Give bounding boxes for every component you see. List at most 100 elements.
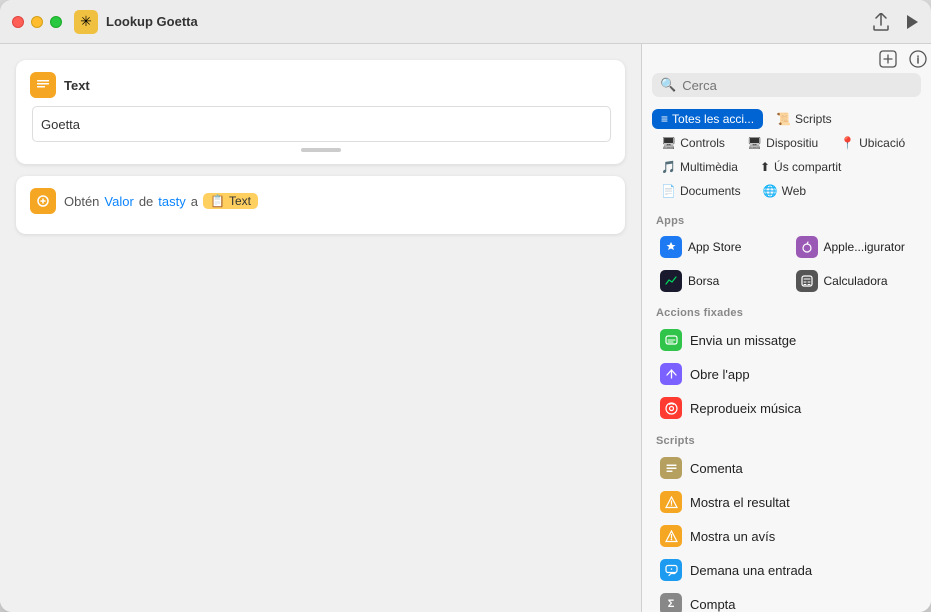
add-icon bbox=[879, 50, 897, 68]
play-music-icon-svg bbox=[665, 402, 678, 415]
text-card-body bbox=[30, 106, 611, 142]
borsa-label: Borsa bbox=[688, 274, 719, 288]
action-count[interactable]: Σ Compta bbox=[652, 587, 921, 612]
comment-icon-svg bbox=[665, 462, 678, 475]
action-play-music[interactable]: Reprodueix música bbox=[652, 391, 921, 425]
app-item-calculadora[interactable]: Calculadora bbox=[788, 265, 922, 297]
share-button[interactable] bbox=[873, 13, 889, 31]
left-panel: Text Obtén bbox=[0, 44, 641, 612]
action-show-alert[interactable]: Mostra un avís bbox=[652, 519, 921, 553]
right-panel: 🔍 ≡ Totes les acci... 📜 Scripts 🖥 Contro… bbox=[641, 44, 931, 612]
window-title: Lookup Goetta bbox=[106, 14, 873, 29]
titlebar-actions bbox=[873, 13, 919, 31]
info-button[interactable] bbox=[909, 50, 927, 73]
apple-configurator-icon bbox=[796, 236, 818, 258]
close-button[interactable] bbox=[12, 16, 24, 28]
tab-scripts-label: Scripts bbox=[795, 112, 832, 126]
app-item-apple-configurator[interactable]: Apple...igurator bbox=[788, 231, 922, 263]
lookup-in-word: a bbox=[191, 194, 198, 209]
tab-documents[interactable]: 📄 Documents bbox=[652, 181, 750, 201]
tab-web[interactable]: 🌐 Web bbox=[754, 181, 815, 201]
count-icon-label: Σ bbox=[668, 598, 675, 610]
tab-location-label: Ubicació bbox=[859, 136, 905, 150]
open-app-icon bbox=[660, 363, 682, 385]
lookup-value-label[interactable]: Valor bbox=[104, 194, 133, 209]
tab-sharing[interactable]: ⬆ Ús compartit bbox=[751, 157, 850, 177]
fixed-section-label: Accions fixades bbox=[656, 307, 921, 319]
add-action-button[interactable] bbox=[879, 50, 897, 73]
borsa-icon-svg bbox=[664, 274, 678, 288]
text-input[interactable] bbox=[32, 106, 611, 142]
tab-scripts[interactable]: 📜 Scripts bbox=[767, 109, 841, 129]
lookup-prefix: Obtén bbox=[64, 194, 99, 209]
controls-tab-icon: 🖥 bbox=[661, 136, 676, 150]
maximize-button[interactable] bbox=[50, 16, 62, 28]
share-icon bbox=[873, 13, 889, 31]
titlebar: ✳ Lookup Goetta bbox=[0, 0, 931, 44]
comment-icon bbox=[660, 457, 682, 479]
tab-all-actions[interactable]: ≡ Totes les acci... bbox=[652, 109, 763, 129]
location-tab-icon: 📍 bbox=[840, 136, 855, 150]
minimize-button[interactable] bbox=[31, 16, 43, 28]
open-app-icon-svg bbox=[665, 368, 678, 381]
info-icon bbox=[909, 50, 927, 68]
ask-input-icon-svg bbox=[665, 564, 678, 577]
lookup-icon-svg bbox=[36, 194, 50, 208]
tab-sharing-label: Ús compartit bbox=[774, 160, 841, 174]
count-icon: Σ bbox=[660, 593, 682, 612]
search-container: 🔍 bbox=[642, 73, 931, 103]
tab-controls[interactable]: 🖥 Controls bbox=[652, 133, 734, 153]
play-icon bbox=[905, 14, 919, 30]
show-alert-icon-svg bbox=[665, 530, 678, 543]
web-tab-icon: 🌐 bbox=[763, 184, 778, 198]
lookup-row: Obtén Valor de tasty a 📋 Text bbox=[64, 193, 258, 209]
scripts-section-label: Scripts bbox=[656, 435, 921, 447]
play-music-label: Reprodueix música bbox=[690, 401, 801, 416]
calculadora-label: Calculadora bbox=[824, 274, 888, 288]
action-send-message[interactable]: Envia un missatge bbox=[652, 323, 921, 357]
tab-location[interactable]: 📍 Ubicació bbox=[831, 133, 914, 153]
app-store-label: App Store bbox=[688, 240, 741, 254]
text-card-header: Text bbox=[30, 72, 611, 98]
app-store-icon-svg bbox=[664, 240, 678, 254]
text-card-icon bbox=[30, 72, 56, 98]
app-item-borsa[interactable]: Borsa bbox=[652, 265, 786, 297]
tab-device-label: Dispositiu bbox=[766, 136, 818, 150]
apps-grid: App Store Apple...igurator bbox=[652, 231, 921, 297]
search-input[interactable] bbox=[682, 78, 913, 93]
lookup-from-word: de bbox=[139, 194, 153, 209]
lookup-card: Obtén Valor de tasty a 📋 Text bbox=[16, 176, 625, 234]
ask-input-label: Demana una entrada bbox=[690, 563, 812, 578]
traffic-lights bbox=[12, 16, 62, 28]
text-icon-svg bbox=[36, 78, 50, 92]
lookup-card-icon bbox=[30, 188, 56, 214]
divider-handle[interactable] bbox=[301, 148, 341, 152]
send-message-icon bbox=[660, 329, 682, 351]
send-message-label: Envia un missatge bbox=[690, 333, 796, 348]
lookup-tag[interactable]: 📋 Text bbox=[203, 193, 258, 209]
documents-tab-icon: 📄 bbox=[661, 184, 676, 198]
app-icon: ✳ bbox=[74, 10, 98, 34]
send-message-icon-svg bbox=[665, 334, 678, 347]
lookup-variable[interactable]: tasty bbox=[158, 194, 185, 209]
borsa-icon bbox=[660, 270, 682, 292]
action-show-result[interactable]: Mostra el resultat bbox=[652, 485, 921, 519]
play-button[interactable] bbox=[905, 14, 919, 30]
calculadora-icon bbox=[796, 270, 818, 292]
app-store-icon bbox=[660, 236, 682, 258]
tab-multimedia-label: Multimèdia bbox=[680, 160, 738, 174]
calculadora-icon-svg bbox=[800, 274, 814, 288]
tab-multimedia[interactable]: 🎵 Multimèdia bbox=[652, 157, 747, 177]
tab-web-label: Web bbox=[782, 184, 806, 198]
lookup-card-header: Obtén Valor de tasty a 📋 Text bbox=[30, 188, 611, 214]
actions-list: Apps App Store bbox=[642, 205, 931, 612]
main-window: ✳ Lookup Goetta bbox=[0, 0, 931, 612]
action-comment[interactable]: Comenta bbox=[652, 451, 921, 485]
tab-device[interactable]: 🖥 Dispositiu bbox=[738, 133, 827, 153]
action-open-app[interactable]: Obre l'app bbox=[652, 357, 921, 391]
action-ask-input[interactable]: Demana una entrada bbox=[652, 553, 921, 587]
show-result-icon-svg bbox=[665, 496, 678, 509]
app-item-app-store[interactable]: App Store bbox=[652, 231, 786, 263]
scripts-tab-icon: 📜 bbox=[776, 112, 791, 126]
play-music-icon bbox=[660, 397, 682, 419]
